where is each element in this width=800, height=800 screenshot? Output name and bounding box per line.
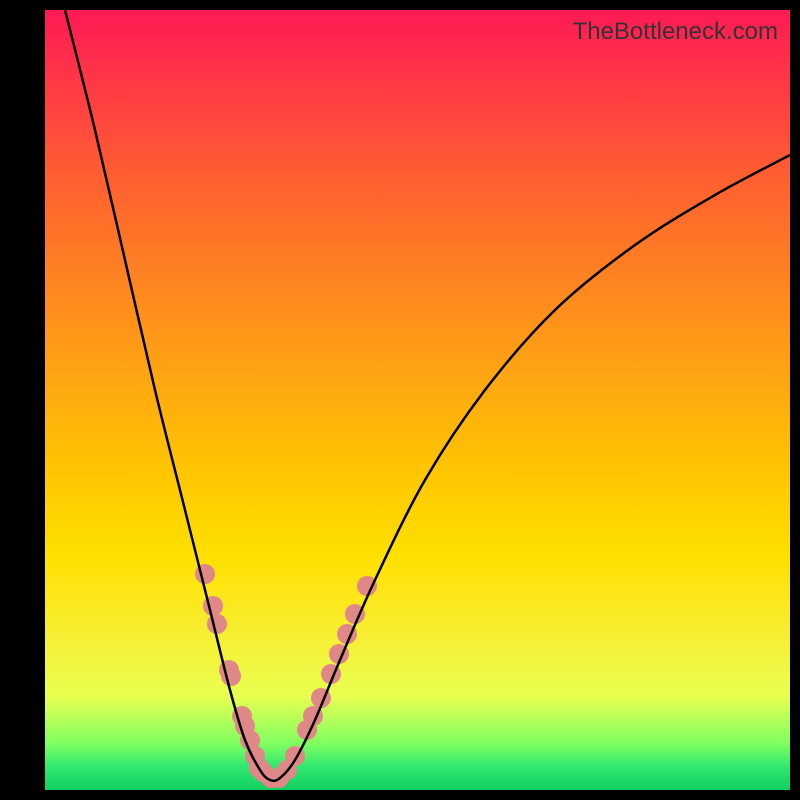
chart-container: TheBottleneck.com bbox=[0, 0, 800, 800]
bottleneck-curve bbox=[65, 10, 790, 781]
markers-group bbox=[195, 564, 377, 788]
watermark-text: TheBottleneck.com bbox=[573, 18, 778, 46]
plot-area: TheBottleneck.com bbox=[45, 10, 790, 790]
marker-dot bbox=[207, 614, 227, 634]
marker-dot bbox=[357, 576, 377, 596]
chart-svg bbox=[45, 10, 790, 790]
